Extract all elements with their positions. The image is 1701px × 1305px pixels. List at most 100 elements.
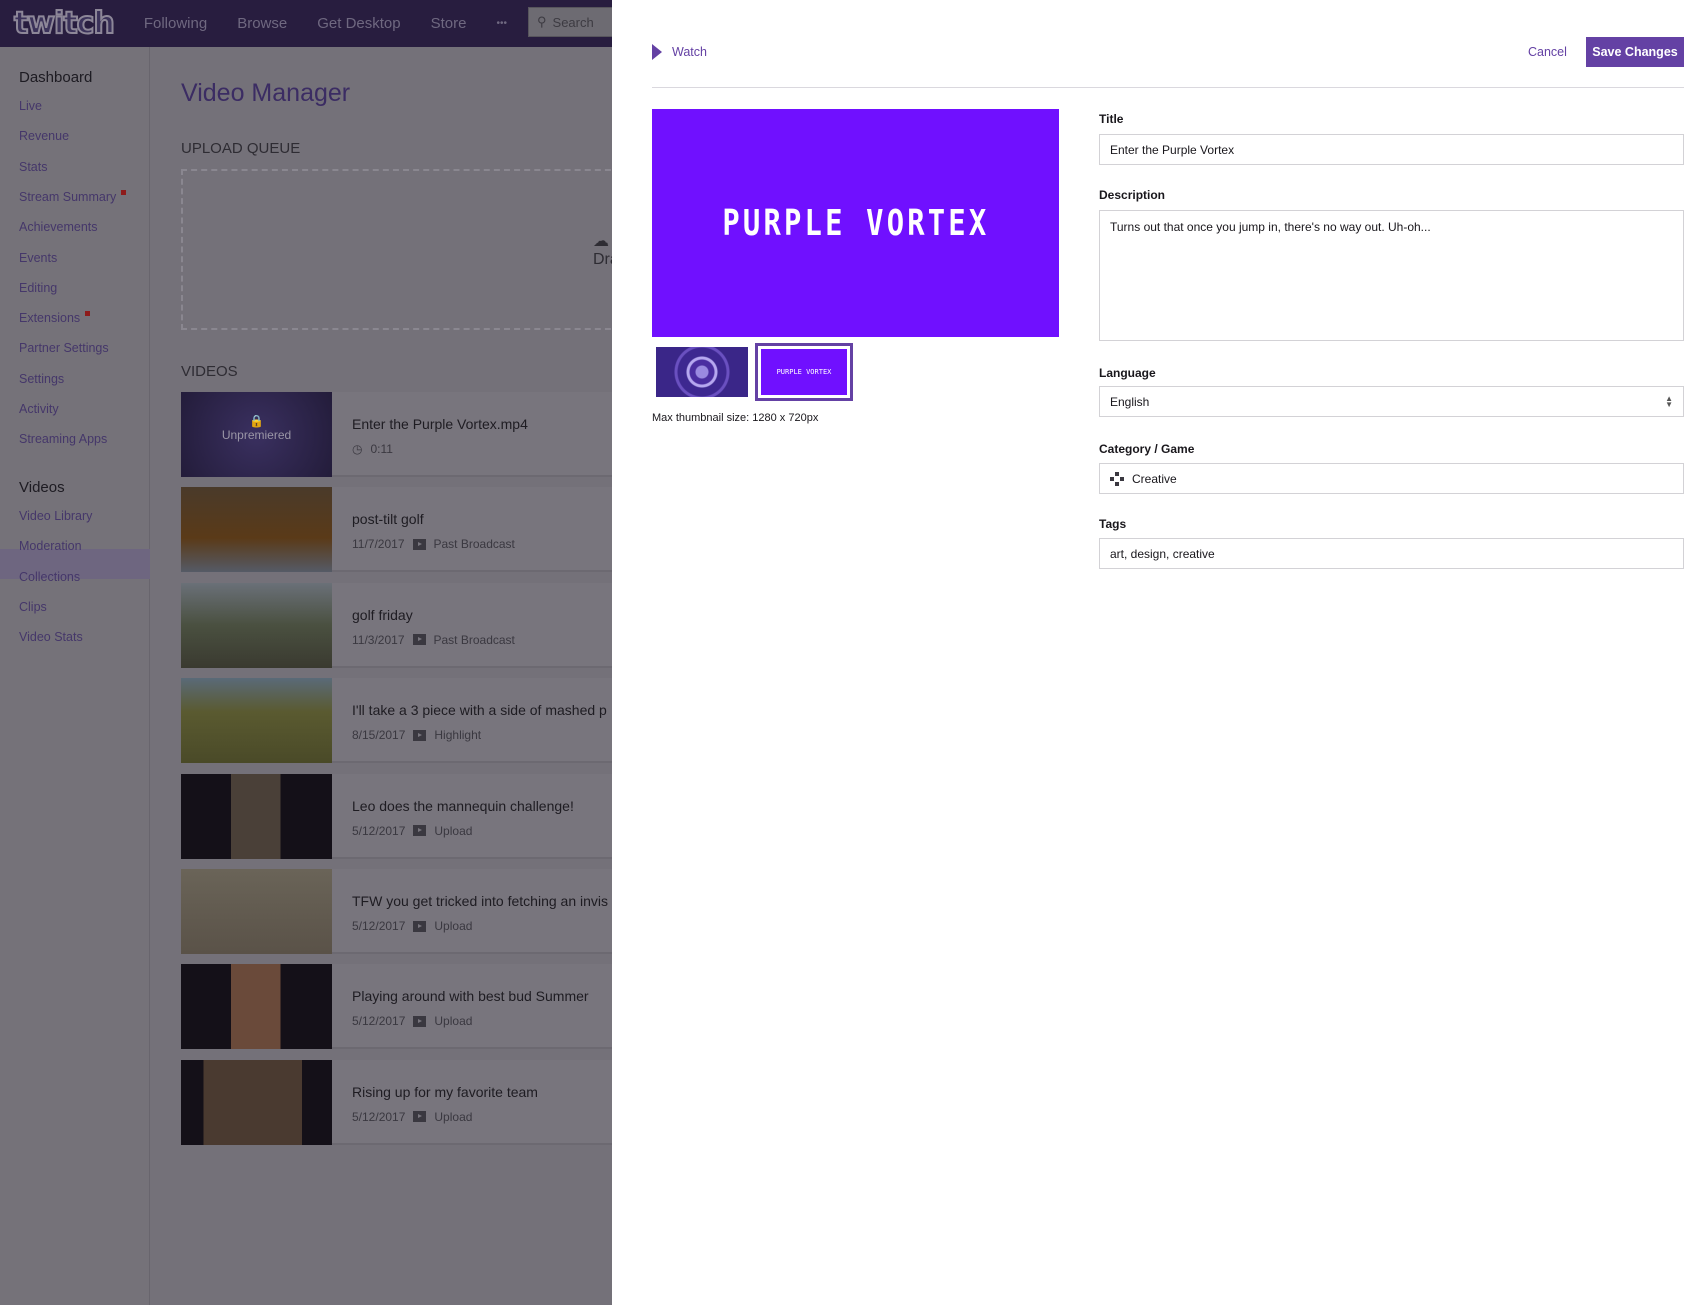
divider <box>652 87 1684 88</box>
thumbnail-preview: PURPLE VORTEX <box>652 109 1059 337</box>
video-type-icon <box>413 729 427 741</box>
category-label: Category / Game <box>1099 442 1195 456</box>
video-thumbnail[interactable] <box>181 582 332 668</box>
language-select[interactable]: English ▲ ▼ <box>1099 386 1684 417</box>
video-title[interactable]: golf friday <box>352 607 413 623</box>
sidebar-item[interactable]: Editing <box>19 281 57 295</box>
sidebar-item[interactable]: Events <box>19 251 57 265</box>
cancel-button[interactable]: Cancel <box>1528 45 1567 59</box>
video-row[interactable]: I'll take a 3 piece with a side of mashe… <box>181 678 621 764</box>
video-type: Highlight <box>434 728 482 743</box>
thumbnail-option-vortex[interactable] <box>656 347 748 397</box>
page-title: Video Manager <box>181 79 351 107</box>
title-input[interactable]: Enter the Purple Vortex <box>1099 134 1684 165</box>
language-label: Language <box>1099 366 1156 380</box>
video-title[interactable]: TFW you get tricked into fetching an inv… <box>352 893 608 909</box>
description-label: Description <box>1099 188 1166 202</box>
cloud-upload-icon: ☁ <box>593 233 609 250</box>
video-thumbnail[interactable] <box>181 678 332 764</box>
video-type-icon <box>413 1015 427 1027</box>
notification-badge <box>85 311 91 317</box>
lock-icon: 🔒 <box>249 414 264 428</box>
clock-icon: ◷ <box>352 442 363 456</box>
max-thumbnail-note: Max thumbnail size: 1280 x 720px <box>652 412 819 424</box>
video-title[interactable]: Leo does the mannequin challenge! <box>352 798 574 814</box>
video-row[interactable]: golf friday 11/3/2017 Past Broadcast <box>181 582 621 668</box>
edit-video-panel: Watch Cancel Save Changes PURPLE VORTEX … <box>612 0 1701 1305</box>
thumbnail-option-title-selected[interactable]: PURPLE VORTEX <box>755 343 853 401</box>
video-type: Upload <box>434 823 473 838</box>
video-thumbnail[interactable] <box>181 773 332 859</box>
sidebar-item[interactable]: Partner Settings <box>19 341 109 355</box>
sidebar-heading-videos: Videos <box>19 479 65 496</box>
more-icon[interactable]: ••• <box>496 18 507 29</box>
sidebar-item[interactable]: Video Library <box>19 509 92 523</box>
video-row[interactable]: Rising up for my favorite team 5/12/2017 U… <box>181 1059 621 1145</box>
tags-label: Tags <box>1099 517 1127 531</box>
video-date: 5/12/2017 <box>352 919 406 933</box>
category-input[interactable]: Creative <box>1099 463 1684 494</box>
video-title[interactable]: Playing around with best bud Summer <box>352 988 589 1004</box>
video-row[interactable]: TFW you get tricked into fetching an inv… <box>181 869 621 954</box>
search-input[interactable]: ⚲ Search <box>528 7 618 37</box>
notification-badge <box>121 189 127 195</box>
video-type: Upload <box>434 919 473 933</box>
sidebar-item[interactable]: Achievements <box>19 220 98 234</box>
video-date: 8/15/2017 <box>352 728 406 743</box>
video-title[interactable]: Rising up for my favorite team <box>352 1084 538 1100</box>
video-thumbnail[interactable]: 🔒 Unpremiered <box>181 392 332 477</box>
video-date: 5/12/2017 <box>352 1014 406 1029</box>
sidebar-heading-dashboard: Dashboard <box>19 69 93 86</box>
sidebar-item[interactable]: Stream Summary <box>19 189 127 204</box>
select-arrows-icon: ▲ ▼ <box>1665 394 1673 409</box>
sidebar-item[interactable]: Streaming Apps <box>19 432 107 446</box>
video-type: Past Broadcast <box>433 632 515 647</box>
sidebar-item[interactable]: Activity <box>19 402 59 416</box>
nav-following[interactable]: Following <box>144 15 207 32</box>
sidebar-item[interactable]: Extensions <box>19 311 91 325</box>
sidebar-item[interactable]: Live <box>19 99 42 113</box>
video-type-icon <box>413 920 427 932</box>
tags-input[interactable]: art, design, creative <box>1099 538 1684 569</box>
video-row[interactable]: post-tilt golf 11/7/2017 Past Broadcast <box>181 487 621 573</box>
sidebar-item[interactable]: Moderation <box>19 539 82 553</box>
sidebar-item[interactable]: Collections <box>19 570 80 584</box>
video-date: 11/3/2017 <box>352 632 405 647</box>
video-manager: Video Manager UPLOAD QUEUE ☁ Dra VIDEOS … <box>150 47 621 1305</box>
video-thumbnail[interactable] <box>181 964 332 1050</box>
video-date: 11/7/2017 <box>352 537 405 552</box>
video-type-icon <box>413 825 427 837</box>
upload-queue-label: UPLOAD QUEUE <box>181 140 301 157</box>
video-thumbnail[interactable] <box>181 1059 332 1145</box>
twitch-logo[interactable]: twitch <box>13 5 116 42</box>
nav-browse[interactable]: Browse <box>237 15 287 32</box>
upload-dropzone[interactable]: ☁ Dra <box>181 169 621 330</box>
video-row[interactable]: Leo does the mannequin challenge! 5/12/20… <box>181 773 621 859</box>
video-row[interactable]: Playing around with best bud Summer 5/12/… <box>181 964 621 1050</box>
video-type-icon <box>412 634 426 646</box>
video-type: Upload <box>434 1109 473 1124</box>
watch-link[interactable]: Watch <box>652 44 707 60</box>
play-icon <box>652 44 662 60</box>
sidebar-item[interactable]: Clips <box>19 600 47 614</box>
sidebar-item[interactable]: Video Stats <box>19 630 83 644</box>
nav-store[interactable]: Store <box>431 15 467 32</box>
video-thumbnail[interactable] <box>181 869 332 954</box>
sidebar: Dashboard Videos Live Revenue Stats Stream … <box>0 47 150 1305</box>
video-title[interactable]: post-tilt golf <box>352 511 424 527</box>
video-type-icon <box>413 1111 427 1123</box>
sidebar-item[interactable]: Settings <box>19 372 64 386</box>
video-date: 5/12/2017 <box>352 1109 406 1124</box>
top-nav: twitch Following Browse Get Desktop Stor… <box>0 0 618 47</box>
video-row[interactable]: 🔒 Unpremiered Enter the Purple Vortex.mp4 ◷… <box>181 392 621 477</box>
description-textarea[interactable]: Turns out that once you jump in, there's… <box>1099 210 1684 341</box>
nav-get-desktop[interactable]: Get Desktop <box>317 15 400 32</box>
video-thumbnail[interactable] <box>181 487 332 573</box>
video-title[interactable]: Enter the Purple Vortex.mp4 <box>352 416 528 432</box>
save-changes-button[interactable]: Save Changes <box>1586 37 1684 67</box>
video-type-icon <box>412 538 426 550</box>
video-type: Past Broadcast <box>433 537 515 552</box>
sidebar-item[interactable]: Revenue <box>19 129 69 143</box>
video-title[interactable]: I'll take a 3 piece with a side of mashe… <box>352 702 607 718</box>
sidebar-item[interactable]: Stats <box>19 160 48 174</box>
